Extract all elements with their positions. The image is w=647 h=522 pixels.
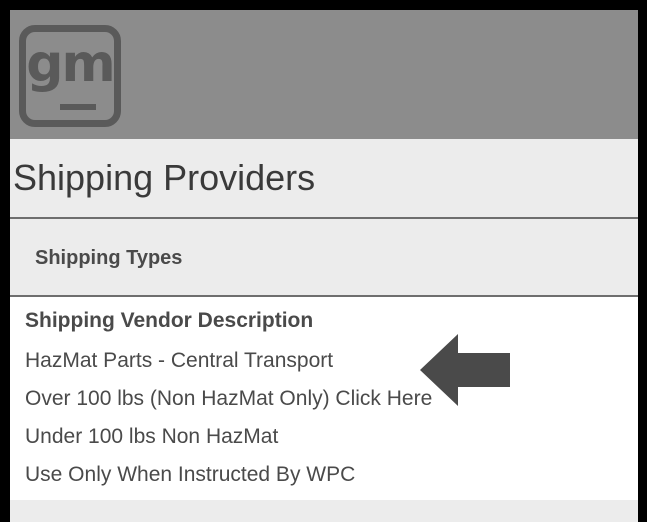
app-window: gm Shipping Providers Shipping Types Shi…	[0, 0, 647, 522]
list-item-hazmat-central-transport[interactable]: HazMat Parts - Central Transport	[25, 349, 333, 373]
shipping-types-bar: Shipping Types	[10, 219, 638, 297]
header-bar: gm	[10, 10, 638, 139]
list-item-instructed-by-wpc[interactable]: Use Only When Instructed By WPC	[25, 463, 355, 487]
list-item-under-100-lbs[interactable]: Under 100 lbs Non HazMat	[25, 425, 278, 449]
logo-underline	[60, 104, 96, 110]
title-bar: Shipping Providers	[10, 139, 638, 219]
page-title: Shipping Providers	[13, 157, 316, 198]
footer-bar	[10, 500, 638, 522]
arrow-shape	[420, 334, 510, 406]
vendor-list: Shipping Vendor Description HazMat Parts…	[10, 297, 638, 500]
gm-logo: gm	[19, 25, 121, 127]
left-arrow-icon	[420, 334, 510, 406]
logo-text: gm	[26, 34, 115, 94]
vendor-list-header: Shipping Vendor Description	[25, 309, 314, 332]
shipping-types-label: Shipping Types	[35, 247, 183, 269]
list-item-over-100-lbs[interactable]: Over 100 lbs (Non HazMat Only) Click Her…	[25, 387, 432, 411]
